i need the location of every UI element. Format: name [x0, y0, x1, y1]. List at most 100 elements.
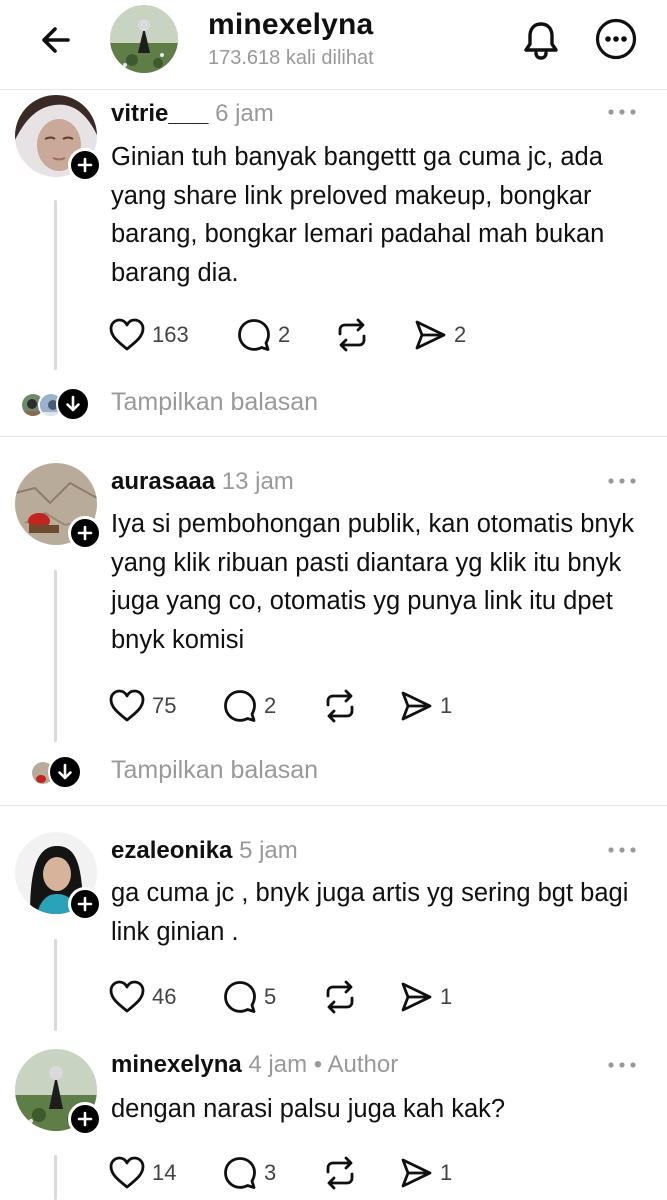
reply-post: aurasaaa 13 jam Iya si pembohongan publi…	[0, 437, 667, 805]
arrow-left-icon	[42, 27, 70, 53]
show-replies-link[interactable]: Tampilkan balasan	[111, 756, 318, 785]
top-bar: minexelyna 173.618 kali dilihat	[0, 0, 667, 90]
arrow-down-icon	[58, 763, 72, 780]
send-icon	[415, 320, 446, 350]
username-text: aurasaaa	[111, 468, 216, 495]
post-time: 4 jam	[248, 1051, 308, 1078]
comment-icon	[224, 981, 256, 1013]
more-options-button[interactable]	[592, 15, 640, 63]
like-count: 163	[152, 322, 189, 347]
reply-post: vitrie___ 6 jam Ginian tuh banyak banget…	[0, 90, 667, 436]
share-count: 1	[440, 984, 453, 1009]
more-dots-icon	[608, 1062, 636, 1068]
repost-button[interactable]	[334, 313, 370, 357]
post-time: 6 jam	[215, 100, 274, 127]
share-button[interactable]: 2	[412, 313, 466, 357]
more-dots-icon	[608, 847, 636, 853]
share-count: 2	[454, 322, 467, 347]
post-time: 13 jam	[221, 468, 294, 495]
comment-button[interactable]: 2	[222, 684, 276, 728]
like-button[interactable]: 75	[108, 684, 176, 728]
post-text: dengan narasi palsu juga kah kak?	[111, 1095, 506, 1123]
thread-line	[54, 200, 57, 370]
expand-replies-button[interactable]	[56, 387, 90, 421]
share-count: 1	[440, 693, 453, 718]
comment-button[interactable]: 2	[236, 313, 290, 357]
like-button[interactable]: 163	[108, 313, 189, 357]
repost-icon	[338, 318, 366, 352]
like-count: 14	[152, 1160, 177, 1185]
repost-button[interactable]	[322, 1151, 358, 1195]
more-dots-icon	[608, 109, 636, 115]
show-replies-link[interactable]: Tampilkan balasan	[111, 388, 318, 417]
like-button[interactable]: 14	[108, 1151, 176, 1195]
post-menu-button[interactable]	[604, 838, 640, 862]
follow-button[interactable]	[68, 1102, 102, 1136]
follow-button[interactable]	[68, 516, 102, 550]
like-button[interactable]: 46	[108, 975, 176, 1019]
username[interactable]: aurasaaa 13 jam	[111, 468, 294, 496]
repost-button[interactable]	[322, 975, 358, 1019]
repost-icon	[326, 1156, 354, 1190]
bell-icon	[524, 22, 558, 60]
send-icon	[401, 982, 432, 1012]
username[interactable]: minexelyna 4 jam • Author	[111, 1051, 398, 1079]
comment-button[interactable]: 3	[222, 1151, 276, 1195]
send-icon	[401, 691, 432, 721]
profile-username[interactable]: minexelyna	[208, 8, 373, 42]
post-text: Iya si pembohongan publik, kan otomatis …	[111, 510, 635, 654]
more-dots-icon	[608, 478, 636, 484]
comment-count: 5	[264, 984, 277, 1009]
post-text: ga cuma jc , bnyk juga artis yg sering b…	[111, 879, 629, 946]
profile-avatar[interactable]	[110, 5, 178, 73]
plus-icon	[77, 157, 93, 173]
share-button[interactable]: 1	[398, 975, 452, 1019]
notification-button[interactable]	[515, 14, 567, 66]
plus-icon	[77, 896, 93, 912]
username-text: vitrie___	[111, 100, 209, 127]
comment-icon	[238, 319, 270, 351]
comment-icon	[224, 1157, 256, 1189]
post-text: Ginian tuh banyak bangettt ga cuma jc, a…	[111, 143, 605, 287]
repost-icon	[326, 689, 354, 723]
heart-icon	[109, 689, 145, 722]
follow-button[interactable]	[68, 148, 102, 182]
comment-button[interactable]: 5	[222, 975, 276, 1019]
expand-replies-button[interactable]	[48, 755, 82, 789]
follow-button[interactable]	[68, 887, 102, 921]
post-menu-button[interactable]	[604, 469, 640, 493]
share-button[interactable]: 1	[398, 1151, 452, 1195]
share-count: 1	[440, 1160, 453, 1185]
comment-count: 2	[278, 322, 291, 347]
view-count: 173.618 kali dilihat	[208, 47, 374, 69]
post-menu-button[interactable]	[604, 100, 640, 124]
repost-button[interactable]	[322, 684, 358, 728]
back-button[interactable]	[32, 18, 80, 62]
reply-post: minexelyna 4 jam • Author dengan narasi …	[0, 1041, 667, 1200]
username-text: ezaleonika	[111, 837, 233, 864]
thread-line	[54, 570, 57, 742]
post-menu-button[interactable]	[604, 1053, 640, 1077]
username-text: minexelyna	[111, 1051, 242, 1078]
avatar-image	[110, 5, 178, 73]
username[interactable]: vitrie___ 6 jam	[111, 100, 274, 128]
like-count: 46	[152, 984, 177, 1009]
thread-line	[54, 1155, 57, 1200]
comment-count: 3	[264, 1160, 277, 1185]
show-replies-row[interactable]: Tampilkan balasan	[0, 384, 667, 424]
show-replies-row[interactable]: Tampilkan balasan	[0, 752, 667, 792]
heart-icon	[109, 1156, 145, 1189]
heart-icon	[109, 318, 145, 351]
plus-icon	[77, 1111, 93, 1127]
more-circle-icon	[595, 18, 637, 60]
plus-icon	[77, 525, 93, 541]
arrow-down-icon	[66, 395, 80, 412]
send-icon	[401, 1158, 432, 1188]
repost-icon	[326, 980, 354, 1014]
heart-icon	[109, 980, 145, 1013]
comment-count: 2	[264, 693, 277, 718]
username[interactable]: ezaleonika 5 jam	[111, 837, 298, 865]
thread-line	[54, 939, 57, 1031]
share-button[interactable]: 1	[398, 684, 452, 728]
like-count: 75	[152, 693, 177, 718]
